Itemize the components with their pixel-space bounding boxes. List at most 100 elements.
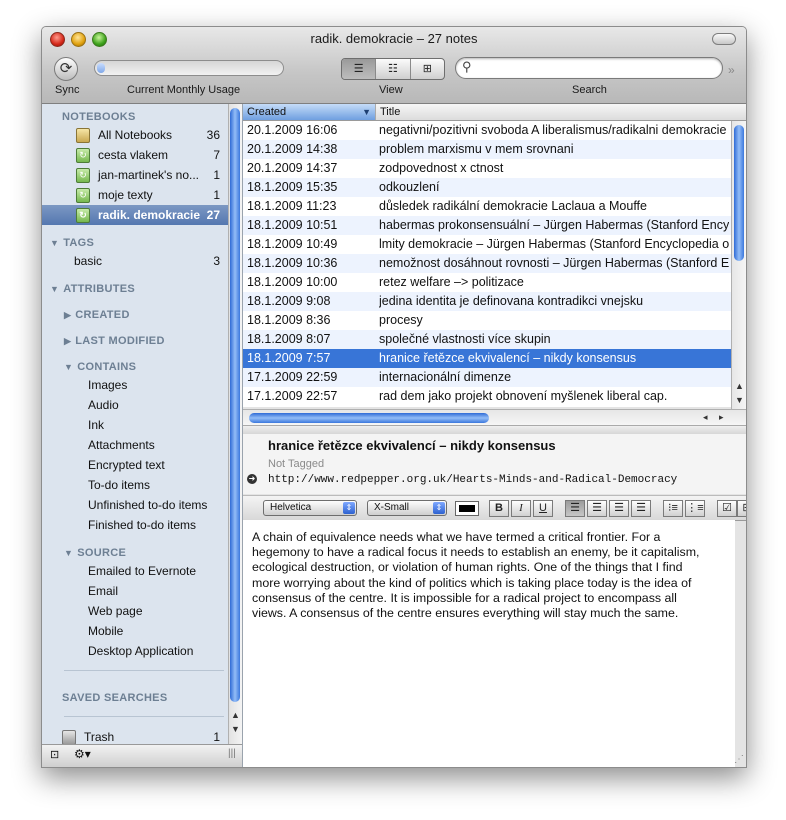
notebook-item[interactable]: ↻ cesta vlakem 7 (42, 145, 228, 165)
tag-item[interactable]: basic 3 (42, 251, 228, 271)
contains-item-encrypted[interactable]: Encrypted text (88, 458, 165, 472)
scroll-down-arrow-icon[interactable]: ▼ (231, 724, 240, 734)
scroll-down-arrow-icon[interactable]: ▼ (735, 395, 744, 405)
align-center-icon[interactable]: ☰ (587, 500, 607, 517)
note-created-cell: 18.1.2009 10:00 (247, 275, 338, 289)
checkbox-icon[interactable]: ☑ (717, 500, 737, 517)
note-list-row[interactable]: 18.1.2009 10:51 habermas prokonsensuální … (243, 216, 731, 235)
source-item-desktop[interactable]: Desktop Application (88, 644, 193, 658)
note-list-row[interactable]: 20.1.2009 14:38 problem marxismu v mem sr… (243, 140, 731, 159)
thumbnail-view-icon[interactable]: ⊞ (411, 59, 444, 79)
note-list-scroll-thumb[interactable] (734, 125, 744, 261)
note-title-cell: lmity demokracie – Jürgen Habermas (Stan… (379, 237, 729, 251)
note-editor[interactable]: A chain of equivalence needs what we hav… (243, 520, 735, 767)
usage-meter-fill (97, 63, 105, 73)
note-list-row[interactable]: 20.1.2009 14:37 zodpovednost x ctnost (243, 159, 731, 178)
note-list-row[interactable]: 18.1.2009 11:23 důsledek radikální demokr… (243, 197, 731, 216)
source-filter[interactable]: ▼ SOURCE (64, 547, 126, 559)
created-filter[interactable]: ▶ CREATED (64, 309, 130, 321)
note-tags[interactable]: Not Tagged (268, 458, 324, 470)
note-list-row[interactable]: 18.1.2009 10:00 retez welfare –> politiza… (243, 273, 731, 292)
text-color-swatch[interactable] (455, 501, 479, 516)
note-list-row[interactable]: 18.1.2009 10:49 lmity demokracie – Jürgen… (243, 235, 731, 254)
size-select[interactable]: X-Small ⇕ (367, 500, 447, 516)
scroll-left-arrow-icon[interactable]: ◂ (703, 412, 708, 423)
notebook-item[interactable]: ↻ moje texty 1 (42, 185, 228, 205)
numbered-list-icon[interactable]: ⋮≡ (685, 500, 705, 517)
snippet-view-icon[interactable]: ☷ (376, 59, 411, 79)
underline-button[interactable]: U (533, 500, 553, 517)
bullet-list-icon[interactable]: ⁝≡ (663, 500, 683, 517)
note-list-row-selected[interactable]: 18.1.2009 7:57 hranice řetězce ekvivalenc… (243, 349, 731, 368)
note-list-row[interactable]: 17.1.2009 22:57 rad dem jako projekt obno… (243, 387, 731, 406)
trash-icon (62, 730, 76, 745)
note-list-row[interactable]: 20.1.2009 16:06 negativni/pozitivni svobo… (243, 121, 731, 140)
note-title-cell: odkouzlení (379, 180, 440, 194)
notebook-item-all[interactable]: All Notebooks 36 (42, 125, 228, 145)
contains-item-todo[interactable]: To-do items (88, 478, 150, 492)
view-mode-control[interactable]: ☰ ☷ ⊞ (341, 58, 445, 80)
note-created-cell: 18.1.2009 15:35 (247, 180, 338, 194)
contains-item-ink[interactable]: Ink (88, 418, 104, 432)
contains-item-attachments[interactable]: Attachments (88, 438, 155, 452)
note-url[interactable]: http://www.redpepper.org.uk/Hearts-Minds… (268, 474, 677, 486)
table-icon[interactable]: ⊞ (737, 500, 746, 517)
note-list-hscrollbar[interactable]: ◂ ▸ (243, 409, 746, 426)
source-item-web-page[interactable]: Web page (88, 604, 143, 618)
note-list-row[interactable]: 18.1.2009 8:36 procesy (243, 311, 731, 330)
note-list-row[interactable]: 18.1.2009 15:35 odkouzlení (243, 178, 731, 197)
align-right-icon[interactable]: ☰ (609, 500, 629, 517)
note-list-scrollbar[interactable]: ▲ ▼ (731, 121, 746, 411)
scroll-right-arrow-icon[interactable]: ▸ (719, 412, 724, 423)
note-list-row[interactable]: 18.1.2009 10:36 nemožnost dosáhnout rovno… (243, 254, 731, 273)
contains-item-audio[interactable]: Audio (88, 398, 119, 412)
contains-filter[interactable]: ▼ CONTAINS (64, 361, 136, 373)
note-body-text[interactable]: A chain of equivalence needs what we hav… (252, 530, 730, 621)
source-item-emailed[interactable]: Emailed to Evernote (88, 564, 196, 578)
sync-button[interactable]: ⟳ (54, 57, 78, 81)
resize-grip-icon[interactable]: ||| (228, 748, 236, 759)
scroll-up-arrow-icon[interactable]: ▲ (231, 710, 240, 720)
attributes-header[interactable]: ▼ ATTRIBUTES (50, 283, 135, 295)
source-item-mobile[interactable]: Mobile (88, 624, 123, 638)
new-notebook-icon[interactable]: ⊡ (50, 748, 59, 761)
note-created-cell: 17.1.2009 22:57 (247, 389, 338, 403)
notebook-item[interactable]: ↻ jan-martinek's no... 1 (42, 165, 228, 185)
last-modified-filter[interactable]: ▶ LAST MODIFIED (64, 335, 165, 347)
align-justify-icon[interactable]: ☰ (631, 500, 651, 517)
tags-header[interactable]: ▼ TAGS (50, 237, 94, 249)
notebook-label: cesta vlakem (98, 148, 169, 162)
sidebar-scrollbar[interactable]: ▲ ▼ (228, 104, 242, 744)
note-body-line: hegemony to have a radical focus it need… (252, 545, 700, 560)
search-input[interactable]: ⚲ (455, 57, 723, 79)
align-left-icon[interactable]: ☰ (565, 500, 585, 517)
window-resize-grip-icon[interactable]: ⋰ (734, 754, 744, 765)
contains-item-finished-todo[interactable]: Finished to-do items (88, 518, 196, 532)
note-created-cell: 18.1.2009 10:49 (247, 237, 338, 251)
note-list-row[interactable]: 17.1.2009 22:59 internacionální dimenze (243, 368, 731, 387)
notebook-icon: ↻ (76, 168, 90, 183)
contains-item-images[interactable]: Images (88, 378, 127, 392)
toolbar-toggle-button[interactable] (712, 33, 736, 45)
window-title: radik. demokracie – 27 notes (310, 31, 478, 46)
toolbar-overflow-icon[interactable]: » (728, 63, 735, 77)
open-url-icon[interactable]: ➜ (247, 474, 257, 484)
column-created[interactable]: Created ▼ (243, 104, 376, 120)
note-title-cell: jedina identita je definovana kontradikc… (379, 294, 644, 308)
bold-button[interactable]: B (489, 500, 509, 517)
font-select[interactable]: Helvetica ⇕ (263, 500, 357, 516)
note-list-row[interactable]: 18.1.2009 8:07 společné vlastnosti více s… (243, 330, 731, 349)
notebook-item-selected[interactable]: ↻ radik. demokracie 27 (42, 205, 228, 225)
gear-icon[interactable]: ⚙▾ (74, 747, 91, 761)
note-list-row[interactable]: 18.1.2009 9:08 jedina identita je definov… (243, 292, 731, 311)
sidebar-scroll-thumb[interactable] (230, 108, 240, 702)
scroll-up-arrow-icon[interactable]: ▲ (735, 381, 744, 391)
list-view-icon[interactable]: ☰ (342, 59, 377, 79)
source-item-email[interactable]: Email (88, 584, 118, 598)
contains-item-unfinished-todo[interactable]: Unfinished to-do items (88, 498, 207, 512)
italic-button[interactable]: I (511, 500, 531, 517)
usage-meter (94, 60, 284, 76)
note-list-hscroll-thumb[interactable] (249, 413, 489, 423)
note-title[interactable]: hranice řetězce ekvivalencí – nikdy kons… (268, 438, 556, 453)
column-title[interactable]: Title (376, 104, 744, 120)
